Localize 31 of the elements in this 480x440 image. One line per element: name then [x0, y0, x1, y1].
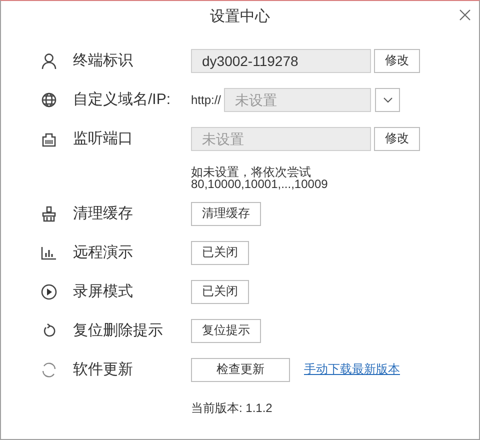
hint-text: 80,10000,10001,...,10009 — [191, 178, 329, 190]
person-icon — [40, 52, 58, 70]
action-button[interactable]: 清理缓存 — [191, 202, 261, 226]
setting-label: 远程演示 — [73, 243, 134, 262]
close-icon[interactable] — [459, 9, 471, 21]
setting-label: 软件更新 — [73, 360, 134, 379]
input-field[interactable]: dy3002-119278 — [191, 48, 371, 72]
setting-label: 复位删除提示 — [73, 321, 164, 340]
setting-label: 清理缓存 — [73, 204, 134, 223]
protocol-label: http:// — [191, 92, 222, 106]
refresh-icon — [40, 360, 58, 378]
play-icon — [40, 282, 58, 300]
version-text: 当前版本: 1.1.2 — [190, 400, 274, 417]
chevron-down-icon — [382, 96, 392, 102]
edit-button[interactable]: 修改 — [374, 126, 420, 150]
check-update-button[interactable]: 检查更新 — [191, 358, 290, 382]
edit-button[interactable]: 修改 — [374, 48, 420, 72]
window-title: 设置中心 — [210, 7, 270, 26]
action-button[interactable]: 复位提示 — [191, 318, 261, 342]
globe-icon — [40, 90, 58, 108]
action-button[interactable]: 已关闭 — [191, 280, 249, 304]
input-field[interactable]: 未设置 — [224, 88, 371, 112]
brush-icon — [40, 204, 58, 222]
setting-label: 录屏模式 — [73, 282, 134, 301]
setting-label: 自定义域名/IP: — [73, 90, 172, 109]
setting-label: 监听端口 — [73, 129, 134, 148]
action-button[interactable]: 已关闭 — [191, 240, 249, 264]
setting-label: 终端标识 — [73, 51, 134, 70]
download-link[interactable]: 手动下载最新版本 — [304, 361, 400, 378]
hint-text: 如未设置，将依次尝试 — [191, 166, 312, 178]
input-field[interactable]: 未设置 — [191, 126, 371, 150]
